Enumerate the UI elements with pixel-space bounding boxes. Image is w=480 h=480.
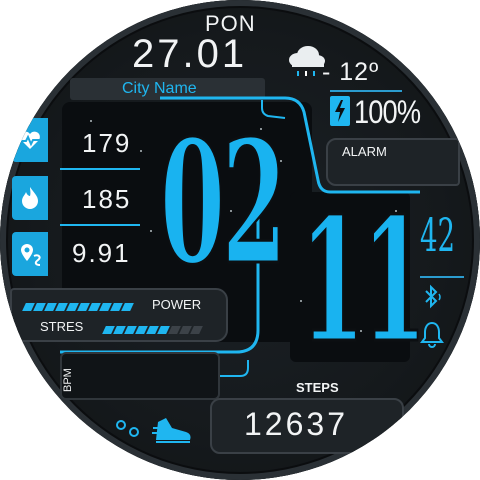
- stres-bar: [102, 321, 203, 339]
- bluetooth-icon: [422, 284, 446, 315]
- bell-icon: [420, 320, 444, 353]
- steps-label: STEPS: [296, 380, 339, 395]
- stres-label: STRES: [40, 319, 84, 334]
- minute-digits: 11: [299, 181, 427, 381]
- dots-icon: [114, 418, 144, 445]
- alarm-label: ALARM: [342, 144, 387, 159]
- seconds-underline: [420, 276, 464, 278]
- bpm-window: [60, 352, 220, 400]
- bpm-label: BPM: [62, 368, 74, 392]
- power-label: POWER: [152, 297, 202, 312]
- hour-digits: 02: [159, 103, 287, 303]
- power-bar: [22, 298, 134, 316]
- watch-face: PON 27.01 City Name - 12º 100% 179 185 9…: [0, 0, 480, 480]
- shoe-icon: [152, 414, 194, 449]
- seconds-digits: 42: [420, 208, 456, 262]
- steps-count: 12637: [244, 406, 348, 442]
